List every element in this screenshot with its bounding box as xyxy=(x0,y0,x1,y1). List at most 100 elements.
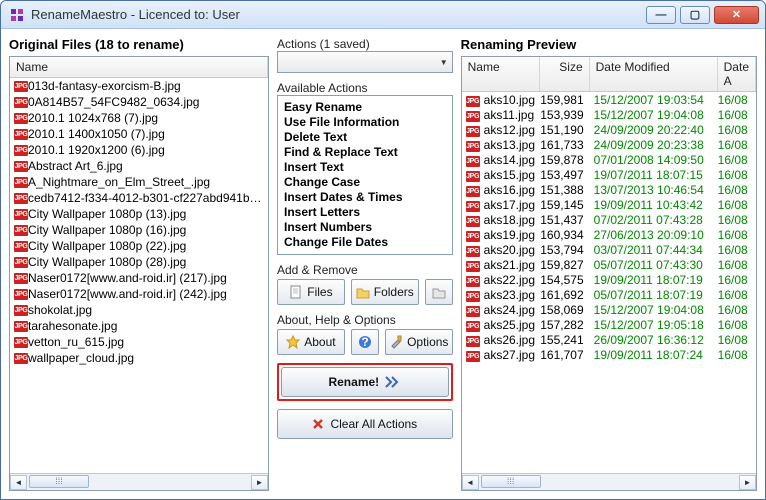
preview-row[interactable]: JPGaks23.jpg161,69205/07/2011 18:07:1916… xyxy=(462,287,756,302)
actions-combo[interactable]: ▼ xyxy=(277,51,453,73)
jpg-icon: JPG xyxy=(10,273,28,284)
file-row[interactable]: JPGvetton_ru_615.jpg xyxy=(10,334,268,350)
available-actions-list[interactable]: Easy RenameUse File InformationDelete Te… xyxy=(277,95,453,255)
preview-row[interactable]: JPGaks12.jpg151,19024/09/2009 20:22:4016… xyxy=(462,122,756,137)
file-name: cedb7412-f334-4012-b301-cf227abd941b_5.j… xyxy=(28,191,268,205)
rename-button[interactable]: Rename! xyxy=(281,367,449,397)
action-item[interactable]: Change File Dates xyxy=(284,235,446,250)
scroll-thumb[interactable]: ⁞⁞⁞ xyxy=(29,475,89,488)
preview-name: aks25.jpg xyxy=(484,318,540,332)
file-row[interactable]: JPG0A814B57_54FC9482_0634.jpg xyxy=(10,94,268,110)
file-row[interactable]: JPG013d-fantasy-exorcism-B.jpg xyxy=(10,78,268,94)
preview-date-a: 16/08 xyxy=(718,168,756,182)
col-name[interactable]: Name xyxy=(462,57,540,91)
action-item[interactable]: Easy Rename xyxy=(284,100,446,115)
scroll-right-arrow[interactable]: ► xyxy=(739,475,756,490)
preview-row[interactable]: JPGaks16.jpg151,38813/07/2013 10:46:5416… xyxy=(462,182,756,197)
preview-size: 151,190 xyxy=(540,123,590,137)
action-item[interactable]: Change Case xyxy=(284,175,446,190)
titlebar[interactable]: RenameMaestro - Licenced to: User — ▢ ✕ xyxy=(1,1,765,29)
help-button[interactable]: ? xyxy=(351,329,379,355)
preview-date-mod: 26/09/2007 16:36:12 xyxy=(590,333,718,347)
preview-header[interactable]: Name Size Date Modified Date A xyxy=(462,57,756,92)
original-files-hscroll[interactable]: ◄ ⁞⁞⁞ ► xyxy=(10,473,268,490)
close-button[interactable]: ✕ xyxy=(714,6,759,24)
preview-row[interactable]: JPGaks24.jpg158,06915/12/2007 19:04:0816… xyxy=(462,302,756,317)
action-item[interactable]: Find & Replace Text xyxy=(284,145,446,160)
preview-row[interactable]: JPGaks21.jpg159,82705/07/2011 07:43:3016… xyxy=(462,257,756,272)
preview-grid[interactable]: Name Size Date Modified Date A JPGaks10.… xyxy=(461,56,757,491)
file-row[interactable]: JPGshokolat.jpg xyxy=(10,302,268,318)
add-folders-button[interactable]: Folders xyxy=(351,279,419,305)
about-button[interactable]: About xyxy=(277,329,345,355)
preview-name: aks12.jpg xyxy=(484,123,540,137)
preview-hscroll[interactable]: ◄ ⁞⁞⁞ ► xyxy=(462,473,756,490)
col-date-a[interactable]: Date A xyxy=(718,57,756,91)
scroll-right-arrow[interactable]: ► xyxy=(251,475,268,490)
jpg-icon: JPG xyxy=(10,257,28,268)
jpg-icon: JPG xyxy=(462,182,484,197)
file-row[interactable]: JPGtarahesonate.jpg xyxy=(10,318,268,334)
preview-date-mod: 15/12/2007 19:03:54 xyxy=(590,93,718,107)
action-item[interactable]: Insert Dates & Times xyxy=(284,190,446,205)
clear-all-button[interactable]: Clear All Actions xyxy=(277,409,453,439)
preview-row[interactable]: JPGaks17.jpg159,14519/09/2011 10:43:4216… xyxy=(462,197,756,212)
file-row[interactable]: JPGAbstract Art_6.jpg xyxy=(10,158,268,174)
preview-row[interactable]: JPGaks20.jpg153,79403/07/2011 07:44:3416… xyxy=(462,242,756,257)
scroll-track[interactable]: ⁞⁞⁞ xyxy=(479,475,739,490)
jpg-icon: JPG xyxy=(10,209,28,220)
scroll-thumb[interactable]: ⁞⁞⁞ xyxy=(481,475,541,488)
action-item[interactable]: Insert Text xyxy=(284,160,446,175)
preview-row[interactable]: JPGaks26.jpg155,24126/09/2007 16:36:1216… xyxy=(462,332,756,347)
file-row[interactable]: JPGA_Nightmare_on_Elm_Street_.jpg xyxy=(10,174,268,190)
preview-row[interactable]: JPGaks10.jpg159,98115/12/2007 19:03:5416… xyxy=(462,92,756,107)
file-row[interactable]: JPGcedb7412-f334-4012-b301-cf227abd941b_… xyxy=(10,190,268,206)
file-row[interactable]: JPGwallpaper_cloud.jpg xyxy=(10,350,268,366)
action-item[interactable]: Insert Letters xyxy=(284,205,446,220)
preview-row[interactable]: JPGaks22.jpg154,57519/09/2011 18:07:1916… xyxy=(462,272,756,287)
add-files-button[interactable]: Files xyxy=(277,279,345,305)
file-row[interactable]: JPG2010.1 1024x768 (7).jpg xyxy=(10,110,268,126)
preview-date-mod: 13/07/2013 10:46:54 xyxy=(590,183,718,197)
preview-row[interactable]: JPGaks27.jpg161,70719/09/2011 18:07:2416… xyxy=(462,347,756,362)
preview-size: 161,692 xyxy=(540,288,590,302)
file-name: City Wallpaper 1080p (16).jpg xyxy=(28,223,268,237)
file-row[interactable]: JPGNaser0172[www.and-roid.ir] (242).jpg xyxy=(10,286,268,302)
options-button[interactable]: Options xyxy=(385,329,453,355)
preview-row[interactable]: JPGaks14.jpg159,87807/01/2008 14:09:5016… xyxy=(462,152,756,167)
scroll-left-arrow[interactable]: ◄ xyxy=(10,475,27,490)
preview-row[interactable]: JPGaks25.jpg157,28215/12/2007 19:05:1816… xyxy=(462,317,756,332)
file-row[interactable]: JPGCity Wallpaper 1080p (16).jpg xyxy=(10,222,268,238)
action-item[interactable]: Insert Numbers xyxy=(284,220,446,235)
preview-date-mod: 19/09/2011 18:07:19 xyxy=(590,273,718,287)
col-size[interactable]: Size xyxy=(540,57,590,91)
original-files-list[interactable]: Name JPG013d-fantasy-exorcism-B.jpgJPG0A… xyxy=(9,56,269,491)
maximize-button[interactable]: ▢ xyxy=(680,6,710,24)
file-name: City Wallpaper 1080p (13).jpg xyxy=(28,207,268,221)
file-row[interactable]: JPG2010.1 1920x1200 (6).jpg xyxy=(10,142,268,158)
file-row[interactable]: JPGCity Wallpaper 1080p (22).jpg xyxy=(10,238,268,254)
file-row[interactable]: JPGCity Wallpaper 1080p (13).jpg xyxy=(10,206,268,222)
file-row[interactable]: JPGCity Wallpaper 1080p (28).jpg xyxy=(10,254,268,270)
file-row[interactable]: JPG2010.1 1400x1050 (7).jpg xyxy=(10,126,268,142)
preview-row[interactable]: JPGaks15.jpg153,49719/07/2011 18:07:1516… xyxy=(462,167,756,182)
preview-row[interactable]: JPGaks11.jpg153,93915/12/2007 19:04:0816… xyxy=(462,107,756,122)
jpg-icon: JPG xyxy=(462,242,484,257)
col-date-modified[interactable]: Date Modified xyxy=(590,57,718,91)
column-name[interactable]: Name xyxy=(10,57,268,77)
remove-button[interactable] xyxy=(425,279,453,305)
scroll-left-arrow[interactable]: ◄ xyxy=(462,475,479,490)
scroll-track[interactable]: ⁞⁞⁞ xyxy=(27,475,251,490)
preview-row[interactable]: JPGaks18.jpg151,43707/02/2011 07:43:2816… xyxy=(462,212,756,227)
preview-date-mod: 24/09/2009 20:23:38 xyxy=(590,138,718,152)
jpg-icon: JPG xyxy=(462,167,484,182)
file-row[interactable]: JPGNaser0172[www.and-roid.ir] (217).jpg xyxy=(10,270,268,286)
jpg-icon: JPG xyxy=(462,257,484,272)
preview-row[interactable]: JPGaks19.jpg160,93427/06/2013 20:09:1016… xyxy=(462,227,756,242)
action-item[interactable]: Delete Text xyxy=(284,130,446,145)
minimize-button[interactable]: — xyxy=(646,6,676,24)
preview-row[interactable]: JPGaks13.jpg161,73324/09/2009 20:23:3816… xyxy=(462,137,756,152)
preview-date-mod: 05/07/2011 18:07:19 xyxy=(590,288,718,302)
action-item[interactable]: Use File Information xyxy=(284,115,446,130)
original-files-header[interactable]: Name xyxy=(10,57,268,78)
